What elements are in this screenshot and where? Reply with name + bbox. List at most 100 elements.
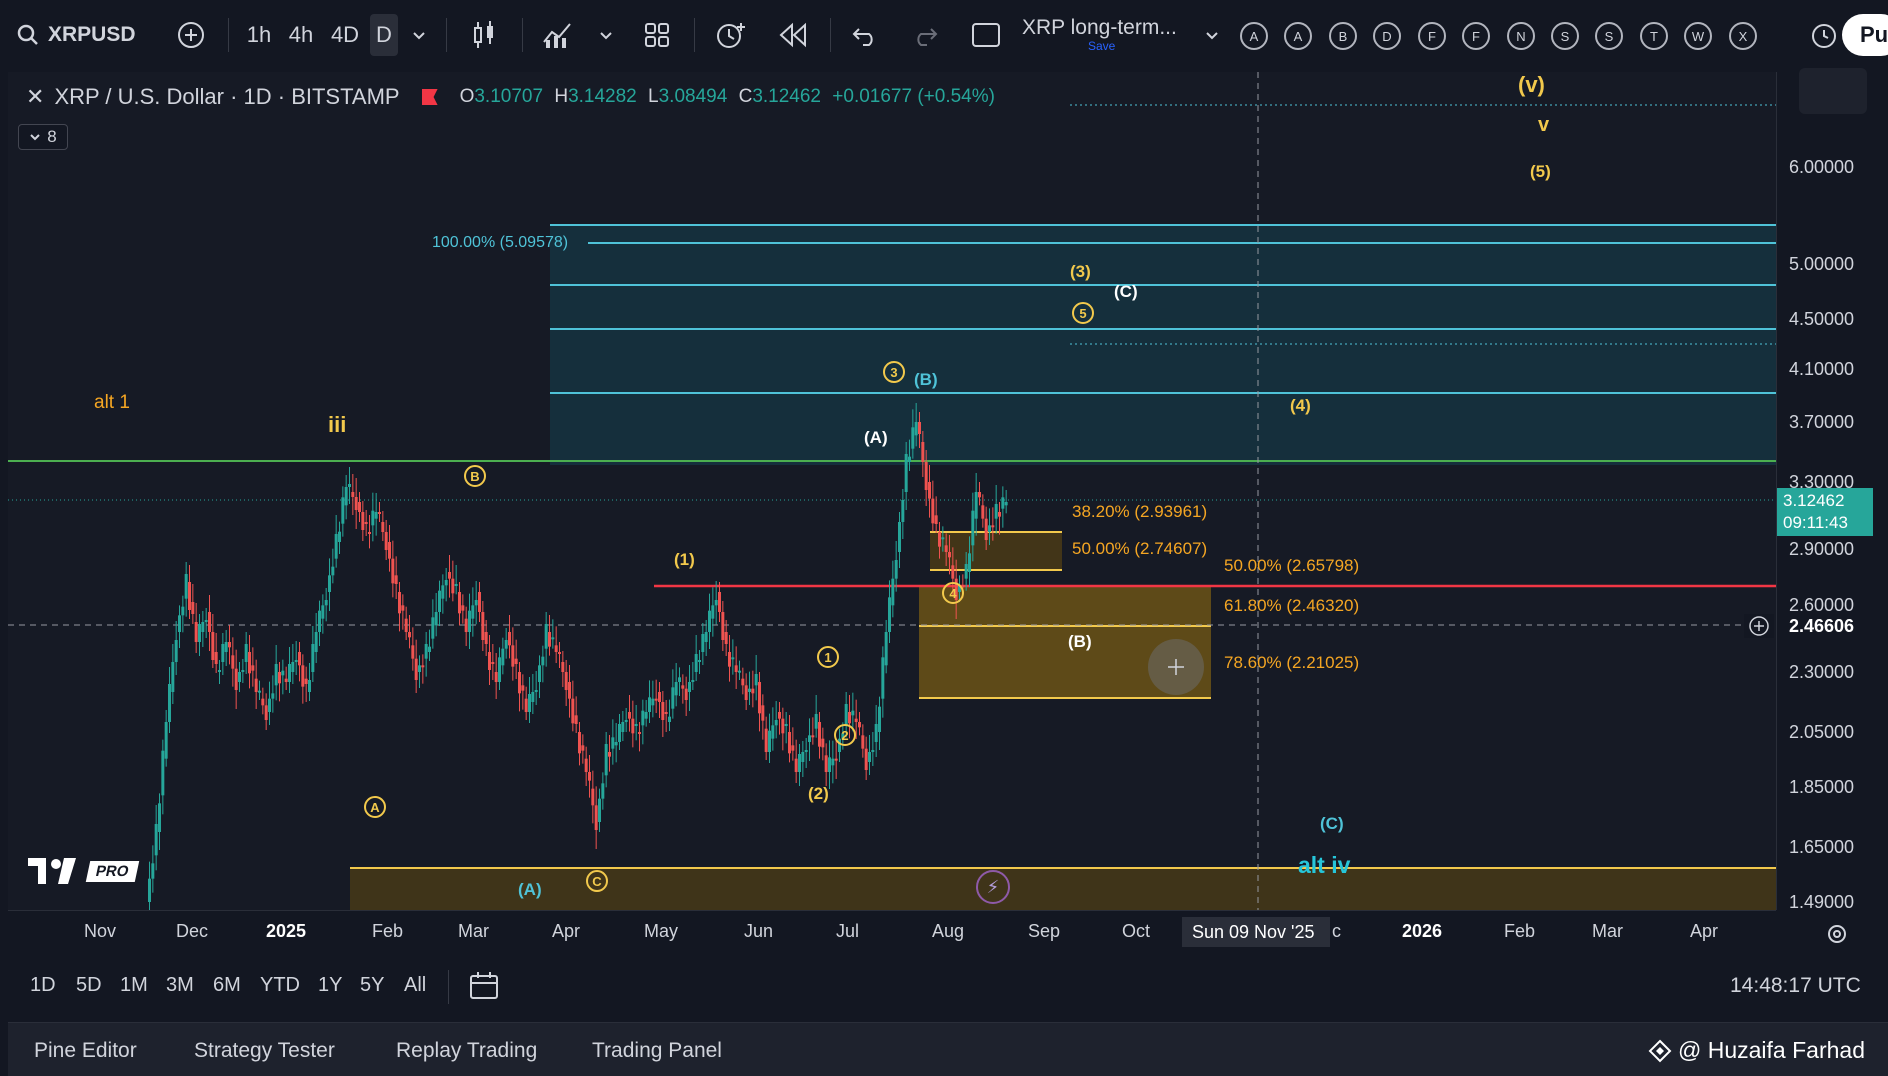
candle-body [488, 652, 491, 670]
candles-group [148, 403, 1008, 910]
range-all[interactable]: All [404, 974, 426, 997]
candle-body [194, 622, 198, 642]
range-6m[interactable]: 6M [213, 974, 241, 997]
drawing-tool-a[interactable]: A [1284, 22, 1312, 50]
chart-canvas[interactable] [8, 72, 1776, 910]
drawing-tool-s[interactable]: S [1595, 22, 1623, 50]
range-1m[interactable]: 1M [120, 974, 148, 997]
drawing-tool-n[interactable]: N [1507, 22, 1535, 50]
range-1d[interactable]: 1D [30, 974, 56, 997]
pro-badge: PRO [85, 860, 139, 882]
drawing-tool-w[interactable]: W [1684, 22, 1712, 50]
candle-body [518, 672, 521, 694]
candle-body [201, 622, 205, 632]
interval-4h[interactable]: 4h [284, 14, 318, 56]
candle-body [881, 657, 885, 699]
drawing-tool-t[interactable]: T [1640, 22, 1668, 50]
candle-body [714, 600, 718, 606]
drawing-tool-s[interactable]: S [1551, 22, 1579, 50]
search-icon [17, 24, 38, 45]
time-tick: Mar [458, 921, 489, 941]
label-wave-b-box: (B) [1068, 632, 1092, 651]
tab-replay-trading[interactable]: Replay Trading [396, 1039, 537, 1063]
range-1y[interactable]: 1Y [318, 974, 342, 997]
time-tick: Dec [176, 921, 209, 941]
tab-pine-editor[interactable]: Pine Editor [34, 1039, 137, 1063]
compare-symbol-button[interactable] [174, 14, 208, 56]
layout-name-button[interactable]: XRP long-term... Save [1022, 14, 1212, 56]
time-tick: Feb [372, 921, 404, 941]
candle-body [374, 512, 378, 519]
drawing-tool-x[interactable]: X [1729, 22, 1757, 50]
candle-body [964, 564, 968, 579]
time-tick: Oct [1122, 921, 1151, 941]
candle-body [181, 606, 185, 616]
layout-grid-button[interactable] [640, 14, 674, 56]
add-alert-at-price-button[interactable] [1744, 614, 1774, 638]
legend-title[interactable]: XRP / U.S. Dollar · 1D · BITSTAMP [54, 84, 399, 110]
interval-dropdown-button[interactable] [408, 14, 430, 56]
indicators-dropdown-button[interactable] [596, 14, 616, 56]
alert-button[interactable] [712, 14, 750, 56]
candle-body [414, 658, 418, 680]
price-tick: 4.10000 [1789, 359, 1855, 379]
candle-body [398, 592, 401, 614]
indicators-button[interactable] [540, 14, 576, 56]
interval-1h[interactable]: 1h [244, 14, 274, 56]
interval-label: D [376, 22, 392, 47]
candle-body [724, 632, 728, 644]
time-axis[interactable]: Nov Dec 2025 Feb Mar Apr May Jun Jul Aug Sep Oct c 20… [8, 910, 1846, 954]
range-3m[interactable]: 3M [166, 974, 194, 997]
range-ytd[interactable]: YTD [260, 974, 300, 997]
tab-strategy-tester[interactable]: Strategy Tester [194, 1039, 335, 1063]
candle-body [888, 597, 891, 632]
candle-body [524, 698, 528, 712]
chart-pane[interactable]: ✕ XRP / U.S. Dollar · 1D · BITSTAMP O3.1… [8, 72, 1776, 910]
candle-body [661, 702, 665, 720]
legend-high: 3.14282 [568, 86, 637, 107]
candle-body [564, 672, 568, 690]
candle-body [271, 693, 275, 699]
candle-body [968, 553, 971, 572]
replay-button[interactable] [776, 14, 810, 56]
chart-type-button[interactable] [468, 14, 500, 56]
interval-d-active[interactable]: D [370, 14, 398, 56]
label-v-big: (v) [1518, 72, 1545, 97]
candle-body [341, 497, 345, 524]
range-5y[interactable]: 5Y [360, 974, 384, 997]
flag-icon[interactable] [421, 89, 438, 105]
redo-button[interactable] [908, 14, 942, 56]
tradingview-mark-icon [28, 858, 76, 884]
drawing-tool-a[interactable]: A [1240, 22, 1268, 50]
tab-trading-panel[interactable]: Trading Panel [592, 1039, 722, 1063]
drawing-tool-d[interactable]: D [1373, 22, 1401, 50]
layout-dropdown-button[interactable] [1200, 14, 1224, 56]
candle-body [878, 706, 881, 732]
publish-button[interactable]: Pul [1842, 14, 1888, 56]
candle-body [1001, 497, 1005, 509]
indicators-collapse-button[interactable]: 8 [18, 124, 68, 150]
close-icon[interactable]: ✕ [26, 84, 44, 110]
drawing-tool-f[interactable]: F [1418, 22, 1446, 50]
symbol-search-button[interactable]: XRPUSD [16, 14, 156, 56]
fullscreen-button[interactable] [968, 14, 1004, 56]
candle-body [978, 492, 981, 498]
candle-body [368, 532, 371, 534]
undo-button[interactable] [848, 14, 882, 56]
lightning-icon[interactable]: ⚡ [976, 870, 1010, 904]
candle-body [788, 732, 791, 754]
utc-clock[interactable]: 14:48:17 UTC [1730, 974, 1861, 998]
candle-body [721, 612, 725, 640]
candle-body [611, 737, 615, 749]
date-range-button[interactable] [468, 970, 502, 1007]
fib-label-786: 78.60% (2.21025) [1224, 653, 1360, 672]
drawing-tool-b[interactable]: B [1329, 22, 1357, 50]
drawing-tool-f[interactable]: F [1462, 22, 1490, 50]
range-5d[interactable]: 5D [76, 974, 102, 997]
settings-button[interactable] [1824, 921, 1852, 949]
interval-4d[interactable]: 4D [328, 14, 362, 56]
price-axis[interactable]: 6.00000 5.00000 4.50000 4.10000 3.70000 3.300… [1776, 68, 1888, 912]
watchlist-button[interactable] [1806, 14, 1842, 56]
candle-body [848, 712, 851, 724]
candle-body [311, 644, 315, 672]
